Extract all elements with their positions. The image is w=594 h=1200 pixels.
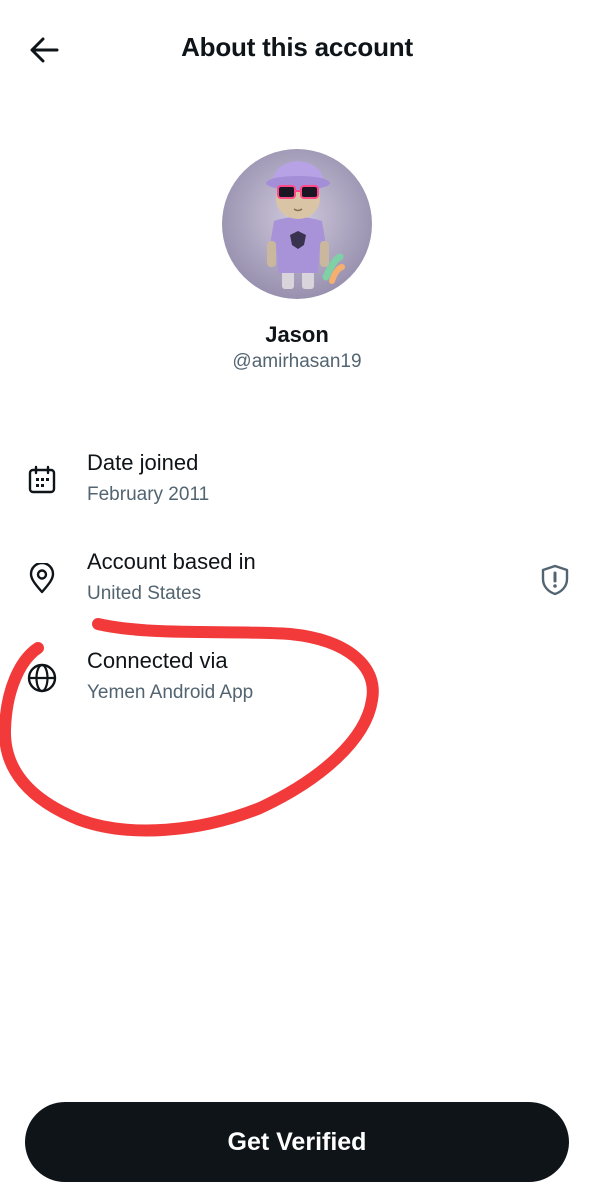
shield-alert-icon [541,564,569,596]
info-row-account-based-in: Account based in United States [0,549,594,629]
info-label: Account based in [87,549,256,574]
avatar-image [222,149,372,299]
display-name: Jason [265,322,329,347]
info-value: Yemen Android App [87,682,254,703]
globe-icon [22,658,62,698]
info-row-date-joined: Date joined February 2011 [0,450,594,530]
info-value: United States [87,583,202,604]
page-title: About this account [181,32,413,62]
location-pin-icon [22,559,62,599]
username-handle: @amirhasan19 [232,351,362,372]
info-label: Date joined [87,450,199,475]
header: About this account [0,0,594,100]
info-value: February 2011 [87,484,210,505]
info-row-connected-via: Connected via Yemen Android App [0,648,594,728]
get-verified-button[interactable]: Get Verified [25,1102,569,1182]
avatar[interactable] [222,149,372,299]
info-label: Connected via [87,648,228,673]
calendar-icon [22,460,62,500]
location-verification-button[interactable] [534,559,576,601]
